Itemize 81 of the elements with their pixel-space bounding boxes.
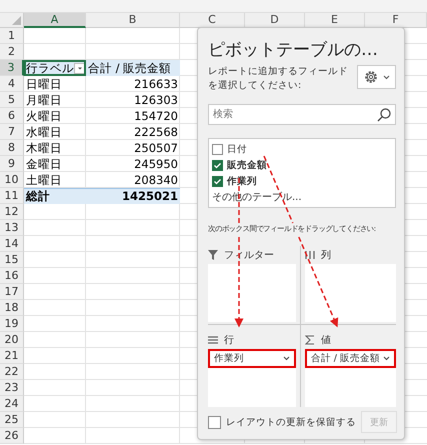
- table-cell-text: 水曜日: [25, 124, 63, 140]
- row-header[interactable]: 22: [0, 364, 24, 380]
- table-cell-text: 245950: [133, 156, 179, 172]
- row-header[interactable]: 10: [0, 172, 24, 188]
- row-header[interactable]: 19: [0, 316, 24, 332]
- selected-cell[interactable]: 行ラベル: [24, 60, 86, 76]
- caret-icon: [282, 356, 290, 361]
- row-header[interactable]: 1: [0, 28, 24, 44]
- filter-icon: [208, 250, 218, 260]
- field-label[interactable]: 販売金額: [227, 158, 267, 172]
- row-header[interactable]: 2: [0, 44, 24, 60]
- row-header[interactable]: 4: [0, 76, 24, 92]
- table-cell: 総計: [24, 188, 86, 204]
- checkbox[interactable]: [212, 160, 223, 170]
- table-cell-text: 金曜日: [25, 156, 63, 172]
- row-header[interactable]: 3: [0, 60, 24, 76]
- column-header[interactable]: E: [305, 13, 365, 28]
- table-cell: 合計 / 販売金額: [86, 60, 180, 76]
- table-cell-text: 216633: [133, 76, 179, 92]
- table-cell-text: 250507: [133, 140, 179, 156]
- row-header[interactable]: 11: [0, 188, 24, 204]
- triangle-icon: [12, 16, 21, 25]
- row-header[interactable]: 24: [0, 396, 24, 412]
- table-cell-text: 月曜日: [25, 92, 63, 108]
- row-header[interactable]: 12: [0, 204, 24, 220]
- row-header[interactable]: 8: [0, 140, 24, 156]
- table-cell-text: 土曜日: [25, 172, 63, 188]
- field-label[interactable]: 日付: [227, 142, 247, 156]
- checkbox[interactable]: [212, 144, 223, 154]
- row-header[interactable]: 14: [0, 236, 24, 252]
- row-header[interactable]: 17: [0, 284, 24, 300]
- field-chip[interactable]: 合計 / 販売金額: [304, 349, 396, 368]
- row-header[interactable]: 16: [0, 268, 24, 284]
- column-header[interactable]: C: [180, 13, 245, 28]
- cell-text: 行ラベル: [26, 60, 74, 76]
- checkbox[interactable]: [208, 416, 221, 428]
- caret-icon: [383, 74, 390, 80]
- table-cell-text: 208340: [133, 172, 179, 188]
- row-header[interactable]: 6: [0, 108, 24, 124]
- drop-area[interactable]: 合計 / 販売金額: [304, 349, 396, 407]
- table-cell-text: 222568: [133, 124, 179, 140]
- row-header[interactable]: 25: [0, 412, 24, 428]
- filter-dropdown-icon[interactable]: [74, 62, 86, 74]
- row-header[interactable]: 23: [0, 380, 24, 396]
- row-header[interactable]: 21: [0, 348, 24, 364]
- row-header[interactable]: 13: [0, 220, 24, 236]
- area-label: 値: [320, 334, 331, 347]
- search-field[interactable]: 検索: [208, 104, 396, 125]
- more-tables-link[interactable]: その他のテーブル...: [212, 190, 392, 204]
- area-label: 行: [224, 334, 234, 347]
- row-header[interactable]: 5: [0, 92, 24, 108]
- row-header[interactable]: 26: [0, 428, 24, 444]
- row-header[interactable]: 15: [0, 252, 24, 268]
- columns-icon: [304, 250, 315, 260]
- table-cell-text: 木曜日: [25, 140, 63, 156]
- row-header[interactable]: 20: [0, 332, 24, 348]
- table-cell-text: 火曜日: [25, 108, 63, 124]
- instruction-text: レポートに追加するフィールドを選択してください:: [208, 65, 349, 93]
- row-header[interactable]: 9: [0, 156, 24, 172]
- area-label: 列: [320, 249, 331, 262]
- table-cell-text: 154720: [133, 108, 179, 124]
- settings-button[interactable]: [357, 65, 396, 89]
- rows-icon: [208, 335, 218, 345]
- settings-icon: [363, 69, 379, 85]
- search-icon: [377, 108, 391, 122]
- table-cell: 1425021: [86, 188, 180, 204]
- column-header[interactable]: A: [24, 13, 86, 28]
- column-header[interactable]: F: [365, 13, 427, 28]
- caret-icon: [383, 356, 390, 361]
- column-header[interactable]: B: [86, 13, 180, 28]
- panel-title: ピボットテーブルの…: [208, 38, 378, 60]
- drop-area[interactable]: 作業列: [208, 349, 296, 407]
- column-header[interactable]: D: [245, 13, 305, 28]
- table-cell-text: 日曜日: [25, 76, 63, 92]
- table-cell-text: 126303: [133, 92, 179, 108]
- sigma-icon: [304, 335, 315, 345]
- checkbox[interactable]: [212, 176, 223, 186]
- field-chip[interactable]: 作業列: [208, 349, 296, 368]
- row-header[interactable]: 7: [0, 124, 24, 140]
- row-header[interactable]: 18: [0, 300, 24, 316]
- defer-update-label[interactable]: レイアウトの更新を保留する: [226, 416, 356, 428]
